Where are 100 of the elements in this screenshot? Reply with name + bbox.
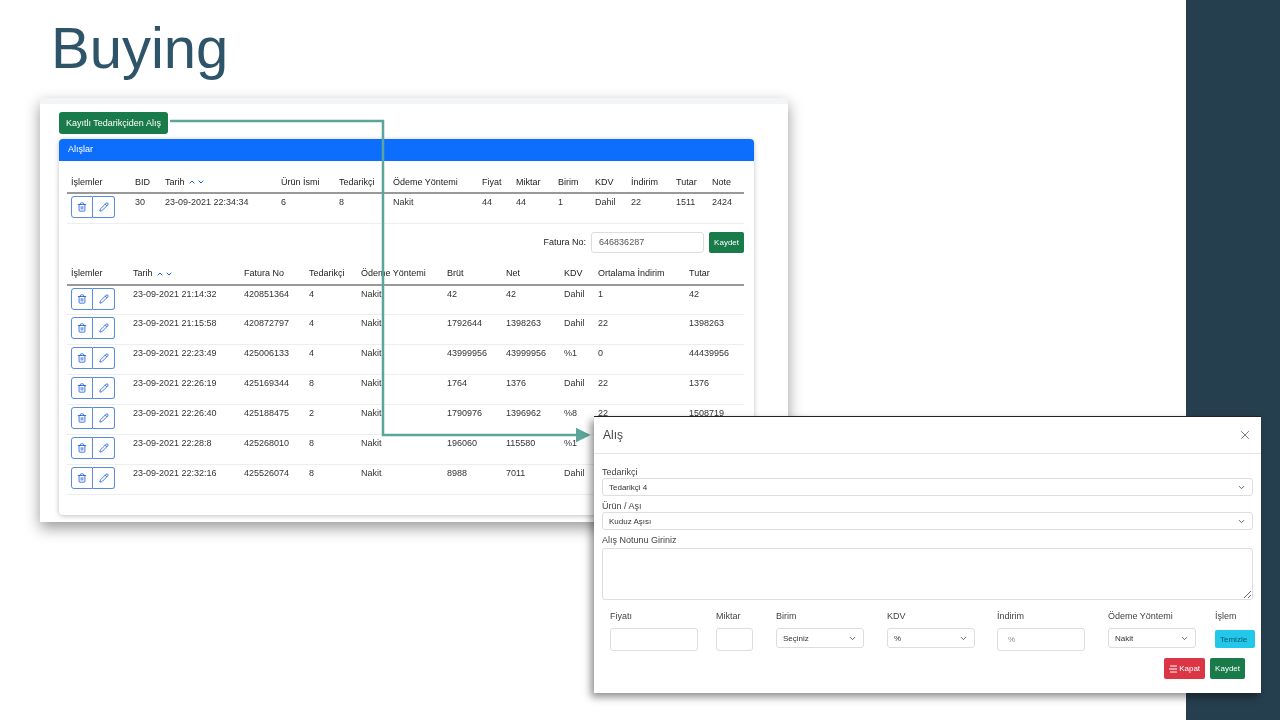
trash-icon xyxy=(77,413,87,423)
column-header: KDV xyxy=(595,176,614,187)
save-button[interactable]: Kaydet xyxy=(1210,658,1245,679)
pencil-icon xyxy=(98,293,109,304)
select-field[interactable]: Kuduz Aşısı xyxy=(602,512,1253,530)
table-cell: 44 xyxy=(482,197,492,207)
table-cell: Nakit xyxy=(361,378,382,388)
table-cell: 1376 xyxy=(506,378,527,388)
field-label: Tedarikçi xyxy=(602,466,639,478)
table-cell: Nakit xyxy=(393,197,414,207)
table-cell: %1 xyxy=(564,348,577,358)
select-field[interactable]: Seçiniz xyxy=(776,628,864,648)
table-cell: 23-09-2021 22:26:40 xyxy=(133,408,217,418)
edit-button[interactable] xyxy=(93,467,115,489)
table-cell: Nakit xyxy=(361,348,382,358)
table-cell: 425526074 xyxy=(244,468,290,478)
delete-button[interactable] xyxy=(71,407,93,429)
table-cell: 42 xyxy=(689,288,699,299)
add-purchase-button[interactable]: Kayıtlı Tedarikçiden Alış xyxy=(59,112,168,134)
table-cell: 1790976 xyxy=(447,408,483,418)
table-cell: 8 xyxy=(309,378,314,388)
select-field[interactable]: Tedarikçi 4 xyxy=(602,478,1253,496)
column-header: Brüt xyxy=(447,268,464,278)
delete-button[interactable] xyxy=(71,347,93,369)
table-cell: 23-09-2021 22:32:16 xyxy=(133,468,217,478)
table-cell: 22 xyxy=(631,197,641,207)
field-label: Ürün / Aşı xyxy=(602,500,643,512)
table-cell: Dahil xyxy=(564,468,585,478)
edit-button[interactable] xyxy=(93,437,115,459)
column-header: Net xyxy=(506,268,520,278)
table-cell: 420851364 xyxy=(244,288,290,299)
table-cell: 7011 xyxy=(506,468,526,478)
column-header: Tarih xyxy=(133,268,153,278)
column-header: Tutar xyxy=(689,268,710,278)
column-header: Note xyxy=(712,176,731,187)
column-header: Ortalama İndirim xyxy=(598,268,665,278)
table-cell: 1511 xyxy=(676,197,696,207)
delete-button[interactable] xyxy=(71,377,93,399)
table-cell: Nakit xyxy=(361,468,382,478)
table-cell: 1376 xyxy=(689,378,710,388)
edit-button[interactable] xyxy=(93,407,115,429)
trash-icon xyxy=(77,202,87,212)
column-header: Tedarikçi xyxy=(339,176,375,187)
pencil-icon xyxy=(98,323,109,333)
table-cell: Dahil xyxy=(564,288,585,299)
table-cell: 23-09-2021 22:26:19 xyxy=(133,378,217,388)
edit-button[interactable] xyxy=(93,287,115,310)
select-field[interactable]: % xyxy=(887,628,975,648)
table-cell: 22 xyxy=(598,408,608,418)
column-header: Tedarikçi xyxy=(309,268,345,278)
edit-button[interactable] xyxy=(93,196,115,218)
table-cell: 42 xyxy=(447,288,457,299)
select-field[interactable]: Nakit xyxy=(1108,628,1196,648)
clear-button[interactable]: Temizle xyxy=(1215,630,1255,648)
trash-icon xyxy=(77,323,87,333)
table-cell: Dahil xyxy=(564,318,585,328)
trash-icon xyxy=(77,293,87,304)
delete-button[interactable] xyxy=(71,437,93,459)
column-header: İşlemler xyxy=(71,176,103,187)
input-field[interactable] xyxy=(610,628,698,651)
field-label: Birim xyxy=(776,610,798,622)
delete-button[interactable] xyxy=(71,196,93,218)
edit-button[interactable] xyxy=(93,347,115,369)
column-header: Ödeme Yöntemi xyxy=(393,176,458,187)
table-cell: 420872797 xyxy=(244,318,290,328)
delete-button[interactable] xyxy=(71,287,93,310)
table-cell: 425006133 xyxy=(244,348,290,358)
table-cell: 8 xyxy=(339,197,344,207)
card-header: Alışlar xyxy=(59,139,754,161)
save-button[interactable]: Kaydet xyxy=(709,231,744,253)
delete-button[interactable] xyxy=(71,467,93,489)
pencil-icon xyxy=(98,353,109,363)
pencil-icon xyxy=(98,413,109,423)
input-field[interactable]: % xyxy=(997,628,1085,651)
column-header: Miktar xyxy=(516,176,541,187)
table-cell: 1 xyxy=(558,197,563,207)
close-dialog-button[interactable]: Kapat xyxy=(1164,658,1206,679)
close-button[interactable] xyxy=(1238,428,1252,442)
input-field[interactable] xyxy=(716,628,753,651)
note-field[interactable] xyxy=(602,548,1253,600)
pencil-icon xyxy=(98,383,109,393)
column-header: İndirim xyxy=(631,176,658,187)
column-header: Tutar xyxy=(676,176,697,187)
table-cell: Dahil xyxy=(564,378,585,388)
column-header: Birim xyxy=(558,176,579,187)
invoice-field[interactable]: 646836287 xyxy=(591,231,705,253)
field-label: Miktar xyxy=(716,610,742,622)
table-cell: 44439956 xyxy=(689,348,730,358)
table-cell: 22 xyxy=(598,318,608,328)
edit-button[interactable] xyxy=(93,317,115,339)
delete-button[interactable] xyxy=(71,317,93,339)
column-header: Fiyat xyxy=(482,176,502,187)
table-cell: 4 xyxy=(309,348,314,358)
table-cell: 425188475 xyxy=(244,408,290,418)
table-cell: 1396962 xyxy=(506,408,542,418)
edit-button[interactable] xyxy=(93,377,115,399)
invoice-label: Fatura No: xyxy=(543,237,587,247)
table-cell: 30 xyxy=(135,197,145,207)
table-cell: Dahil xyxy=(595,197,616,207)
table-cell: 425268010 xyxy=(244,438,290,448)
